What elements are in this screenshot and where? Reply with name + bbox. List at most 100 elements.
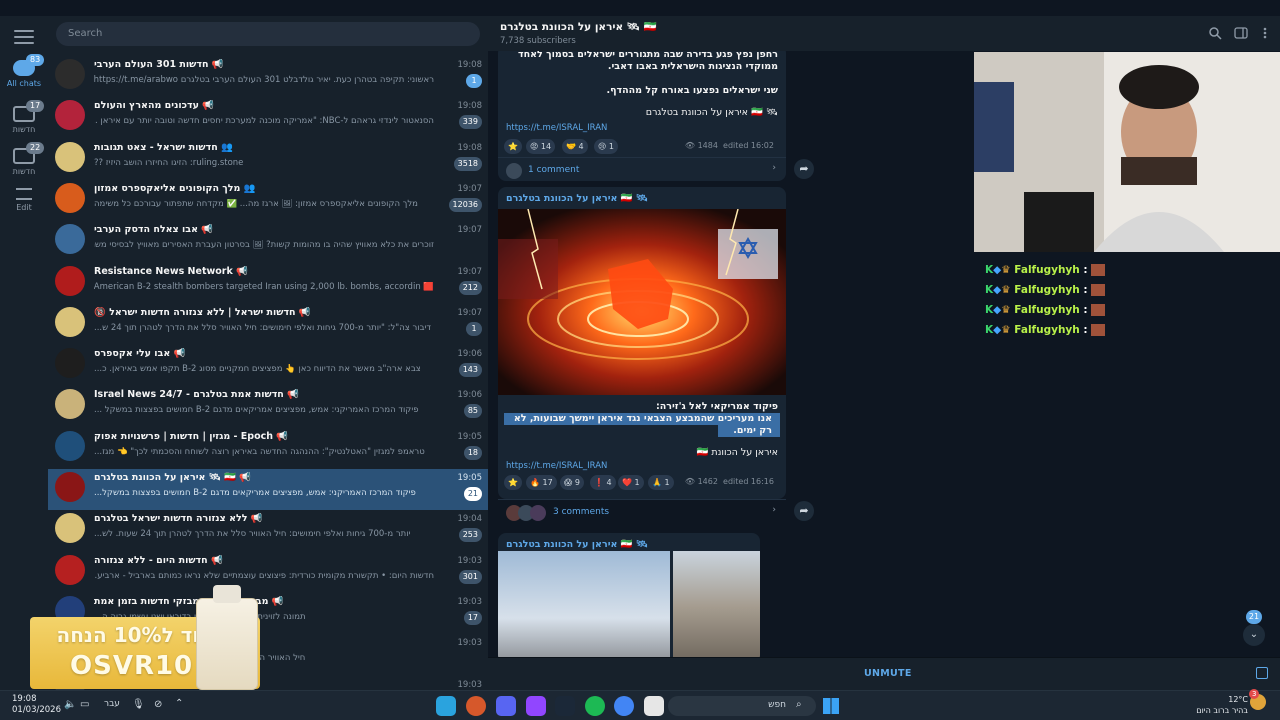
start-button-icon[interactable]: [823, 698, 839, 714]
steam-taskbar-icon[interactable]: [555, 696, 575, 716]
reaction-chip[interactable]: ⭐: [504, 139, 522, 154]
unmute-button[interactable]: UNMUTE: [864, 668, 912, 679]
clock[interactable]: 19:08 01/03/2026: [12, 694, 61, 716]
message-text: ממוקדי הנציגות הישראלית באבו דאבי.: [607, 61, 778, 72]
reaction-chip[interactable]: 😱 9: [560, 475, 584, 490]
folder-edit[interactable]: Edit: [0, 188, 48, 212]
stream-chat-line: K◆♛ Falfugyhyh :: [985, 324, 1106, 336]
view-count: 👁 1484: [684, 141, 718, 150]
weather-temp: 12°C: [1228, 695, 1248, 704]
chat-row[interactable]: 📢 חדשות היום - ללא צנזורה 19:03 חדשות היום…: [48, 552, 488, 593]
promo-code: OSVR10: [70, 651, 194, 681]
reaction-chip[interactable]: ❤️ 1: [618, 475, 644, 490]
scroll-down-icon[interactable]: ⌄: [1243, 624, 1265, 646]
folder-label: חדשות: [12, 167, 36, 176]
menu-icon[interactable]: [14, 30, 34, 44]
chat-name: 📢 עדכונים מהארץ והעולם: [94, 100, 215, 112]
chat-row[interactable]: 📢 חדשות 301 העולם הערבי 19:08 ראשוני: תקיפ…: [48, 56, 488, 97]
message-image[interactable]: [498, 551, 670, 657]
chat-preview: טראמפ למגזין "האטלנטיק": ההנהגה החדשה בא…: [94, 446, 425, 457]
search-input[interactable]: Search: [56, 22, 480, 46]
mute-icon[interactable]: ⊘: [154, 699, 162, 710]
reaction-chip[interactable]: 🤝 4: [562, 139, 588, 154]
chevron-right-icon: ›: [772, 163, 776, 173]
twitch-taskbar-icon[interactable]: [526, 696, 546, 716]
chat-name: 📢 אבו צאלח הדסק הערבי: [94, 224, 214, 236]
chat-row[interactable]: 📢 עדכונים מהארץ והעולם 19:08 הסנאטור לינדז…: [48, 97, 488, 138]
perfume-bottle-image: [196, 585, 258, 690]
chat-name: 📢 אבו עלי אקספרס: [94, 348, 186, 360]
message-sender[interactable]: 🛰 🇮🇷 איראן על הכוונת בטלגרם: [498, 187, 786, 208]
gift-icon[interactable]: [1256, 667, 1268, 679]
badge-icons: K: [985, 304, 994, 316]
chevron-up-icon[interactable]: ⌃: [175, 698, 183, 709]
discord-taskbar-icon[interactable]: [496, 696, 516, 716]
weather-widget[interactable]: 12°C בהיר ברוב היום: [1194, 694, 1248, 716]
avatar: [55, 430, 85, 461]
avatar: [55, 141, 85, 172]
more-options-icon[interactable]: [1258, 26, 1272, 40]
folder-label: All chats: [6, 79, 42, 88]
reaction-chip[interactable]: 🔥 17: [526, 475, 557, 490]
folder-all-chats[interactable]: 83 All chats: [0, 54, 48, 88]
chat-row[interactable]: 📢 Resistance News Network 19:07 🟥 Last nig…: [48, 263, 488, 304]
language-indicator[interactable]: עבר: [104, 699, 120, 709]
reaction-chip[interactable]: ❗ 4: [590, 475, 616, 490]
message-image[interactable]: [498, 209, 786, 395]
chat-row[interactable]: 📢 אבו עלי אקספרס 19:06 צבא ארה"ב מאשר את ה…: [48, 345, 488, 386]
message-text: שני ישראלים נפצעו באורח קל מההדף.: [606, 85, 778, 96]
chrome-taskbar-icon[interactable]: [614, 696, 634, 716]
folder-news-1[interactable]: 17 חדשות: [0, 100, 48, 134]
chat-row[interactable]: 📢 חדשות ישראל | ללא צנזורה חדשות ישראל 🔞…: [48, 304, 488, 345]
chat-row[interactable]: 📢 חדשות אמת בטלגרם - Israel News 24/7 19:…: [48, 386, 488, 427]
files-taskbar-icon[interactable]: [644, 696, 664, 716]
telegram-taskbar-icon[interactable]: [436, 696, 456, 716]
folder-badge: 83: [26, 54, 45, 66]
reaction-chip[interactable]: 😢 1: [594, 139, 618, 154]
unread-count: 253: [458, 528, 482, 543]
network-icon[interactable]: ▭: [80, 699, 89, 710]
browser-taskbar-icon[interactable]: [466, 696, 486, 716]
reaction-row: ⭐ 🔥 17 😱 9 ❗ 4 ❤️ 1 🙏 1 👁 1462 edited 16…: [504, 475, 786, 491]
chat-preview: ruling.stone: הזיגו החיזרו הושב היזיז ??: [94, 157, 244, 168]
avatar: [55, 182, 85, 213]
message-image[interactable]: [673, 551, 760, 657]
stream-chat-user: Falfugyhyh: [1014, 284, 1080, 296]
unread-count: 301: [458, 569, 482, 584]
avatar: [55, 265, 85, 296]
search-icon: ⌕: [796, 699, 802, 710]
message-link[interactable]: https://t.me/ISRAL_IRAN: [498, 461, 786, 471]
chat-preview: יותר מ-700 גיחות ואלפי חימושים: חיל האוו…: [94, 529, 411, 540]
chevron-right-icon: ›: [772, 505, 776, 515]
channel-title[interactable]: 🇮🇷 🛰 איראן על הכוונת בטלגרם: [500, 20, 657, 33]
chat-row[interactable]: 👥 חדשות ישראל - צאט תגובות 19:08 ruling.st…: [48, 139, 488, 180]
comments-button[interactable]: 3 comments ›: [498, 499, 786, 525]
comments-button[interactable]: 1 comment ›: [498, 157, 786, 183]
sidebar-toggle-icon[interactable]: [1234, 26, 1248, 40]
chat-row[interactable]: 📢 ללא צנזורה חדשות ישראל בטלגרם 19:04 יותר…: [48, 510, 488, 551]
message-link[interactable]: https://t.me/ISRAL_IRAN: [498, 123, 786, 133]
taskbar-search-input[interactable]: חפש: [668, 696, 816, 716]
unread-count: 18: [463, 445, 482, 460]
chat-row[interactable]: 📢 Epoch - מגזין | חדשות | פרשנויות אפוק 1…: [48, 428, 488, 469]
spotify-taskbar-icon[interactable]: [585, 696, 605, 716]
search-icon[interactable]: [1208, 26, 1222, 40]
stream-chat-user: Falfugyhyh: [1014, 304, 1080, 316]
chat-row[interactable]: 👥 מלך הקופונים אליאקספרס אמזון 19:07 מלך ה…: [48, 180, 488, 221]
avatar: [55, 472, 85, 502]
folder-badge: 17: [26, 100, 45, 112]
forward-icon[interactable]: ➦: [794, 159, 814, 179]
volume-icon[interactable]: 🔈: [64, 699, 76, 710]
microphone-icon[interactable]: 🎙: [132, 699, 145, 710]
chat-row[interactable]: 📢 🇮🇷 🛰 איראן על הכוונת בטלגרם 19:05 פיקוד …: [48, 469, 488, 510]
chat-row[interactable]: 📢 אבו צאלח הדסק הערבי 19:07 זוכרים את כלא …: [48, 221, 488, 262]
forward-icon[interactable]: ➦: [794, 501, 814, 521]
reaction-chip[interactable]: ⭐: [504, 475, 522, 490]
folder-news-2[interactable]: 22 חדשות: [0, 142, 48, 176]
chat-name: 📢 ללא צנזורה חדשות ישראל בטלגרם: [94, 513, 263, 525]
chat-preview: זוכרים את כלא מאוויץ שהיה בו מהומות קשות…: [94, 240, 434, 251]
badge-icons: K: [985, 264, 994, 276]
reaction-chip[interactable]: 🙏 1: [648, 475, 674, 490]
avatar: [506, 163, 522, 179]
reaction-chip[interactable]: 😡 14: [526, 139, 556, 154]
